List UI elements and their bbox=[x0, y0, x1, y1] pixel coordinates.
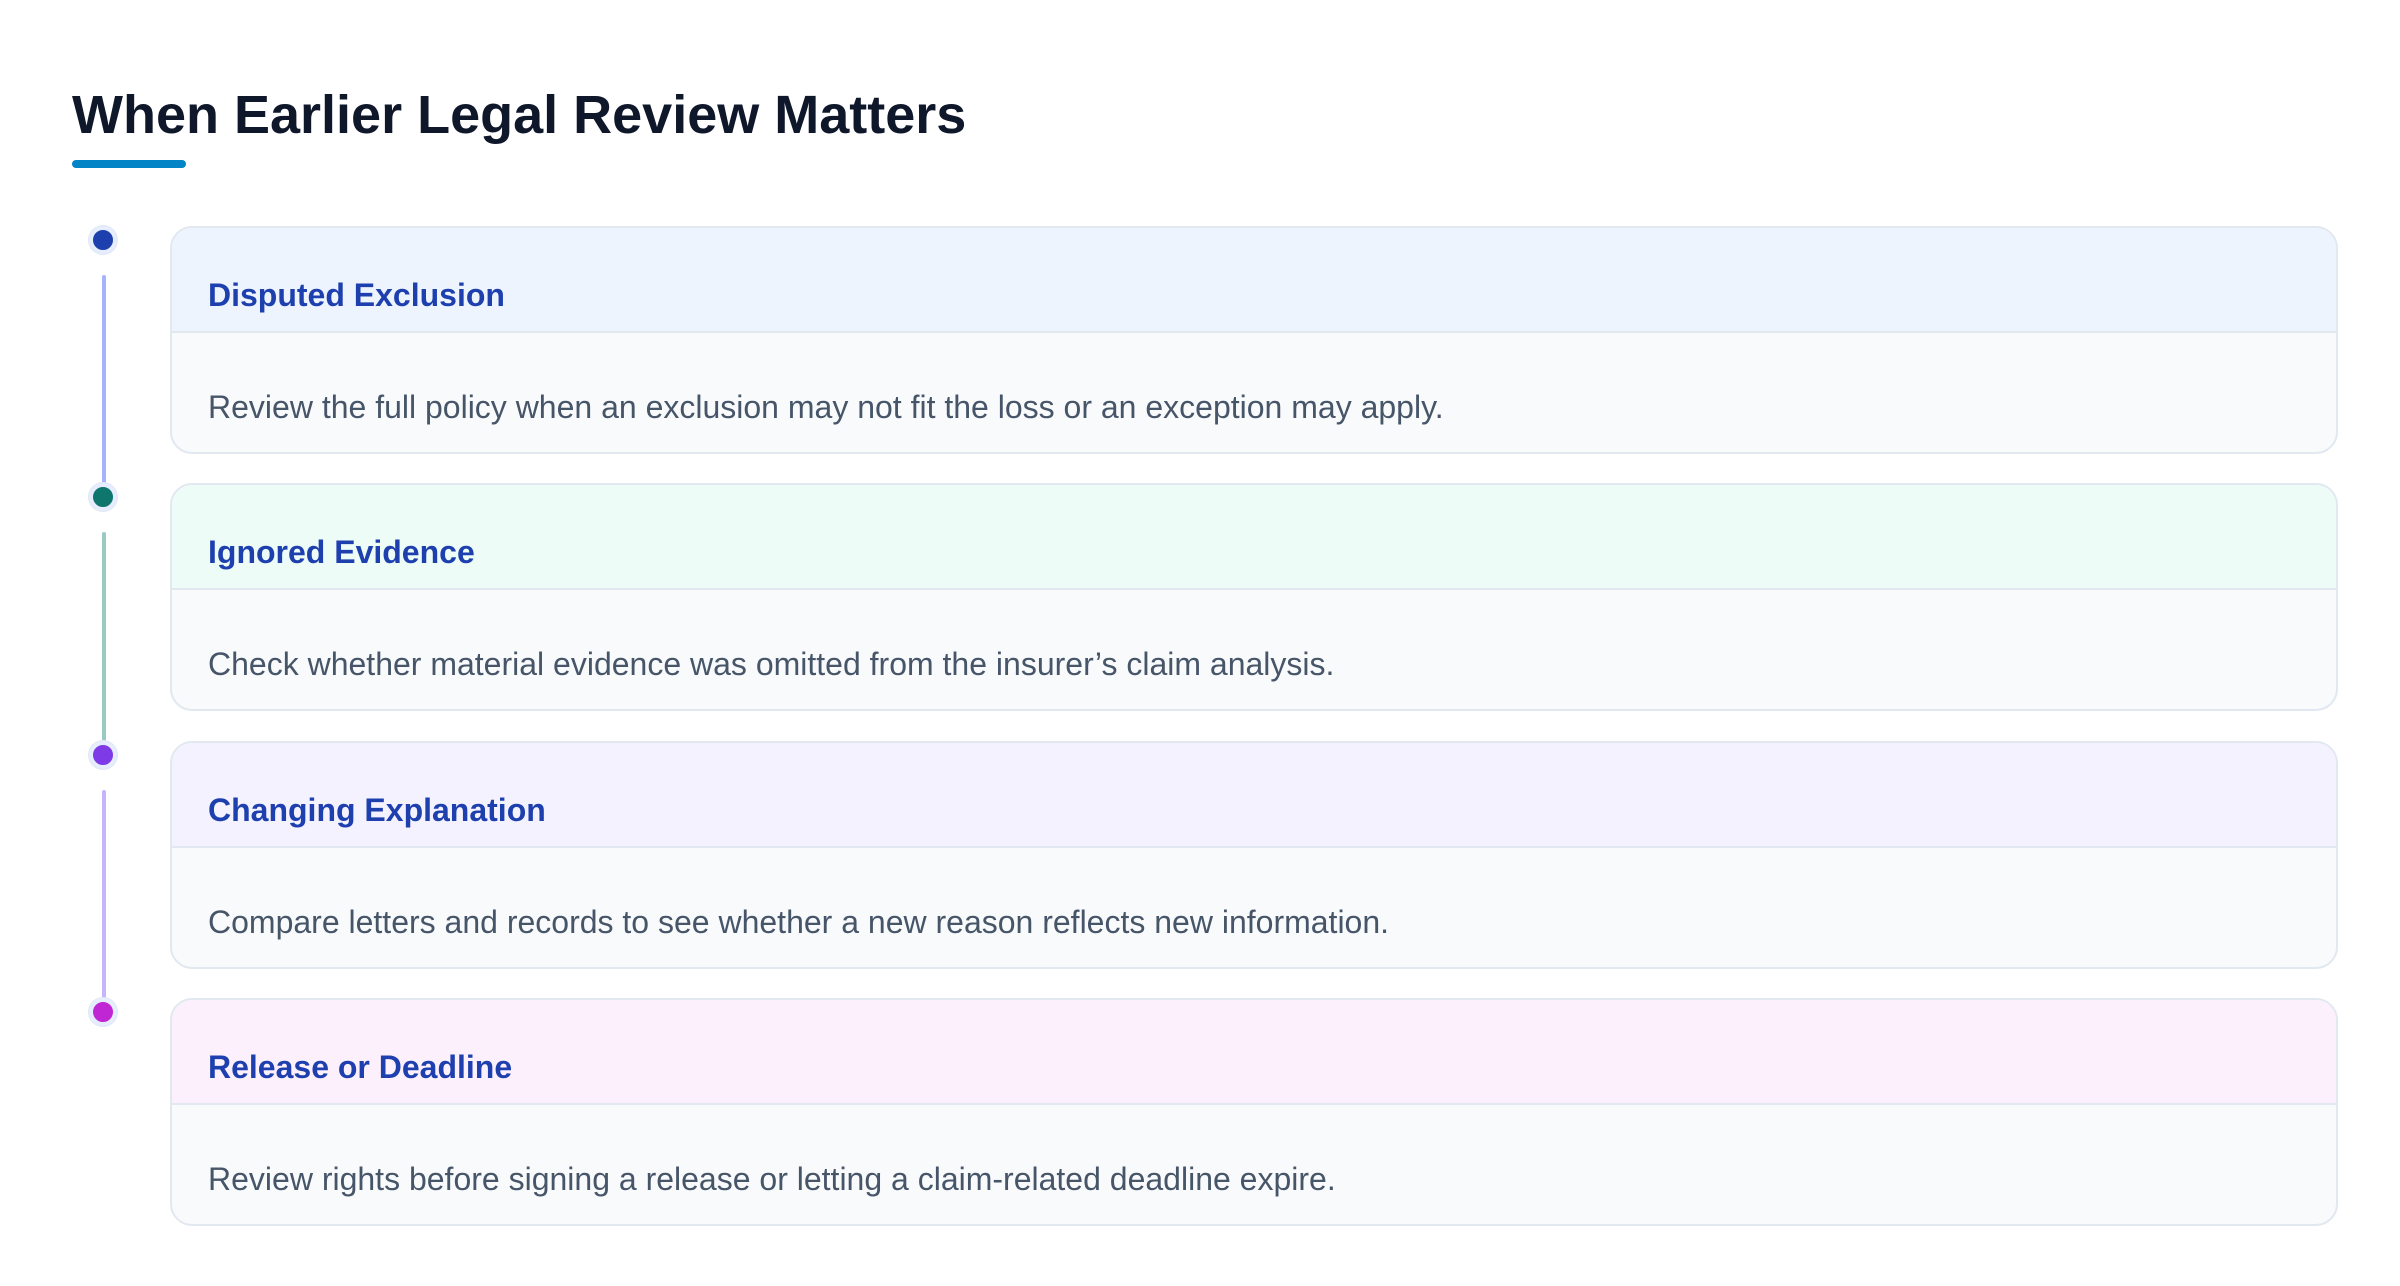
step-heading: Disputed Exclusion bbox=[208, 277, 505, 313]
timeline: Disputed Exclusion Review the full polic… bbox=[0, 0, 2400, 1286]
step-heading: Ignored Evidence bbox=[208, 534, 475, 570]
step-card: Changing Explanation Compare letters and… bbox=[170, 741, 2338, 969]
step-card-header: Release or Deadline bbox=[172, 1000, 2336, 1105]
step-description: Compare letters and records to see wheth… bbox=[208, 904, 1390, 940]
step-card: Disputed Exclusion Review the full polic… bbox=[170, 226, 2338, 454]
timeline-connector bbox=[102, 532, 106, 743]
timeline-dot bbox=[89, 483, 117, 511]
page: When Earlier Legal Review Matters Disput… bbox=[0, 0, 2400, 1286]
step-heading: Changing Explanation bbox=[208, 792, 546, 828]
step-card: Release or Deadline Review rights before… bbox=[170, 998, 2338, 1226]
step-card-header: Changing Explanation bbox=[172, 743, 2336, 848]
timeline-dot bbox=[89, 226, 117, 254]
step-card: Ignored Evidence Check whether material … bbox=[170, 483, 2338, 711]
timeline-dot bbox=[89, 998, 117, 1026]
timeline-step-release-or-deadline: Release or Deadline Review rights before… bbox=[0, 0, 2400, 1226]
timeline-connector bbox=[102, 790, 106, 1000]
timeline-dot bbox=[89, 741, 117, 769]
step-card-header: Ignored Evidence bbox=[172, 485, 2336, 590]
step-description: Review rights before signing a release o… bbox=[208, 1161, 1336, 1197]
step-heading: Release or Deadline bbox=[208, 1049, 513, 1085]
step-description: Check whether material evidence was omit… bbox=[208, 646, 1335, 682]
step-description: Review the full policy when an exclusion… bbox=[208, 389, 1444, 425]
step-card-header: Disputed Exclusion bbox=[172, 228, 2336, 333]
timeline-connector bbox=[102, 275, 106, 485]
